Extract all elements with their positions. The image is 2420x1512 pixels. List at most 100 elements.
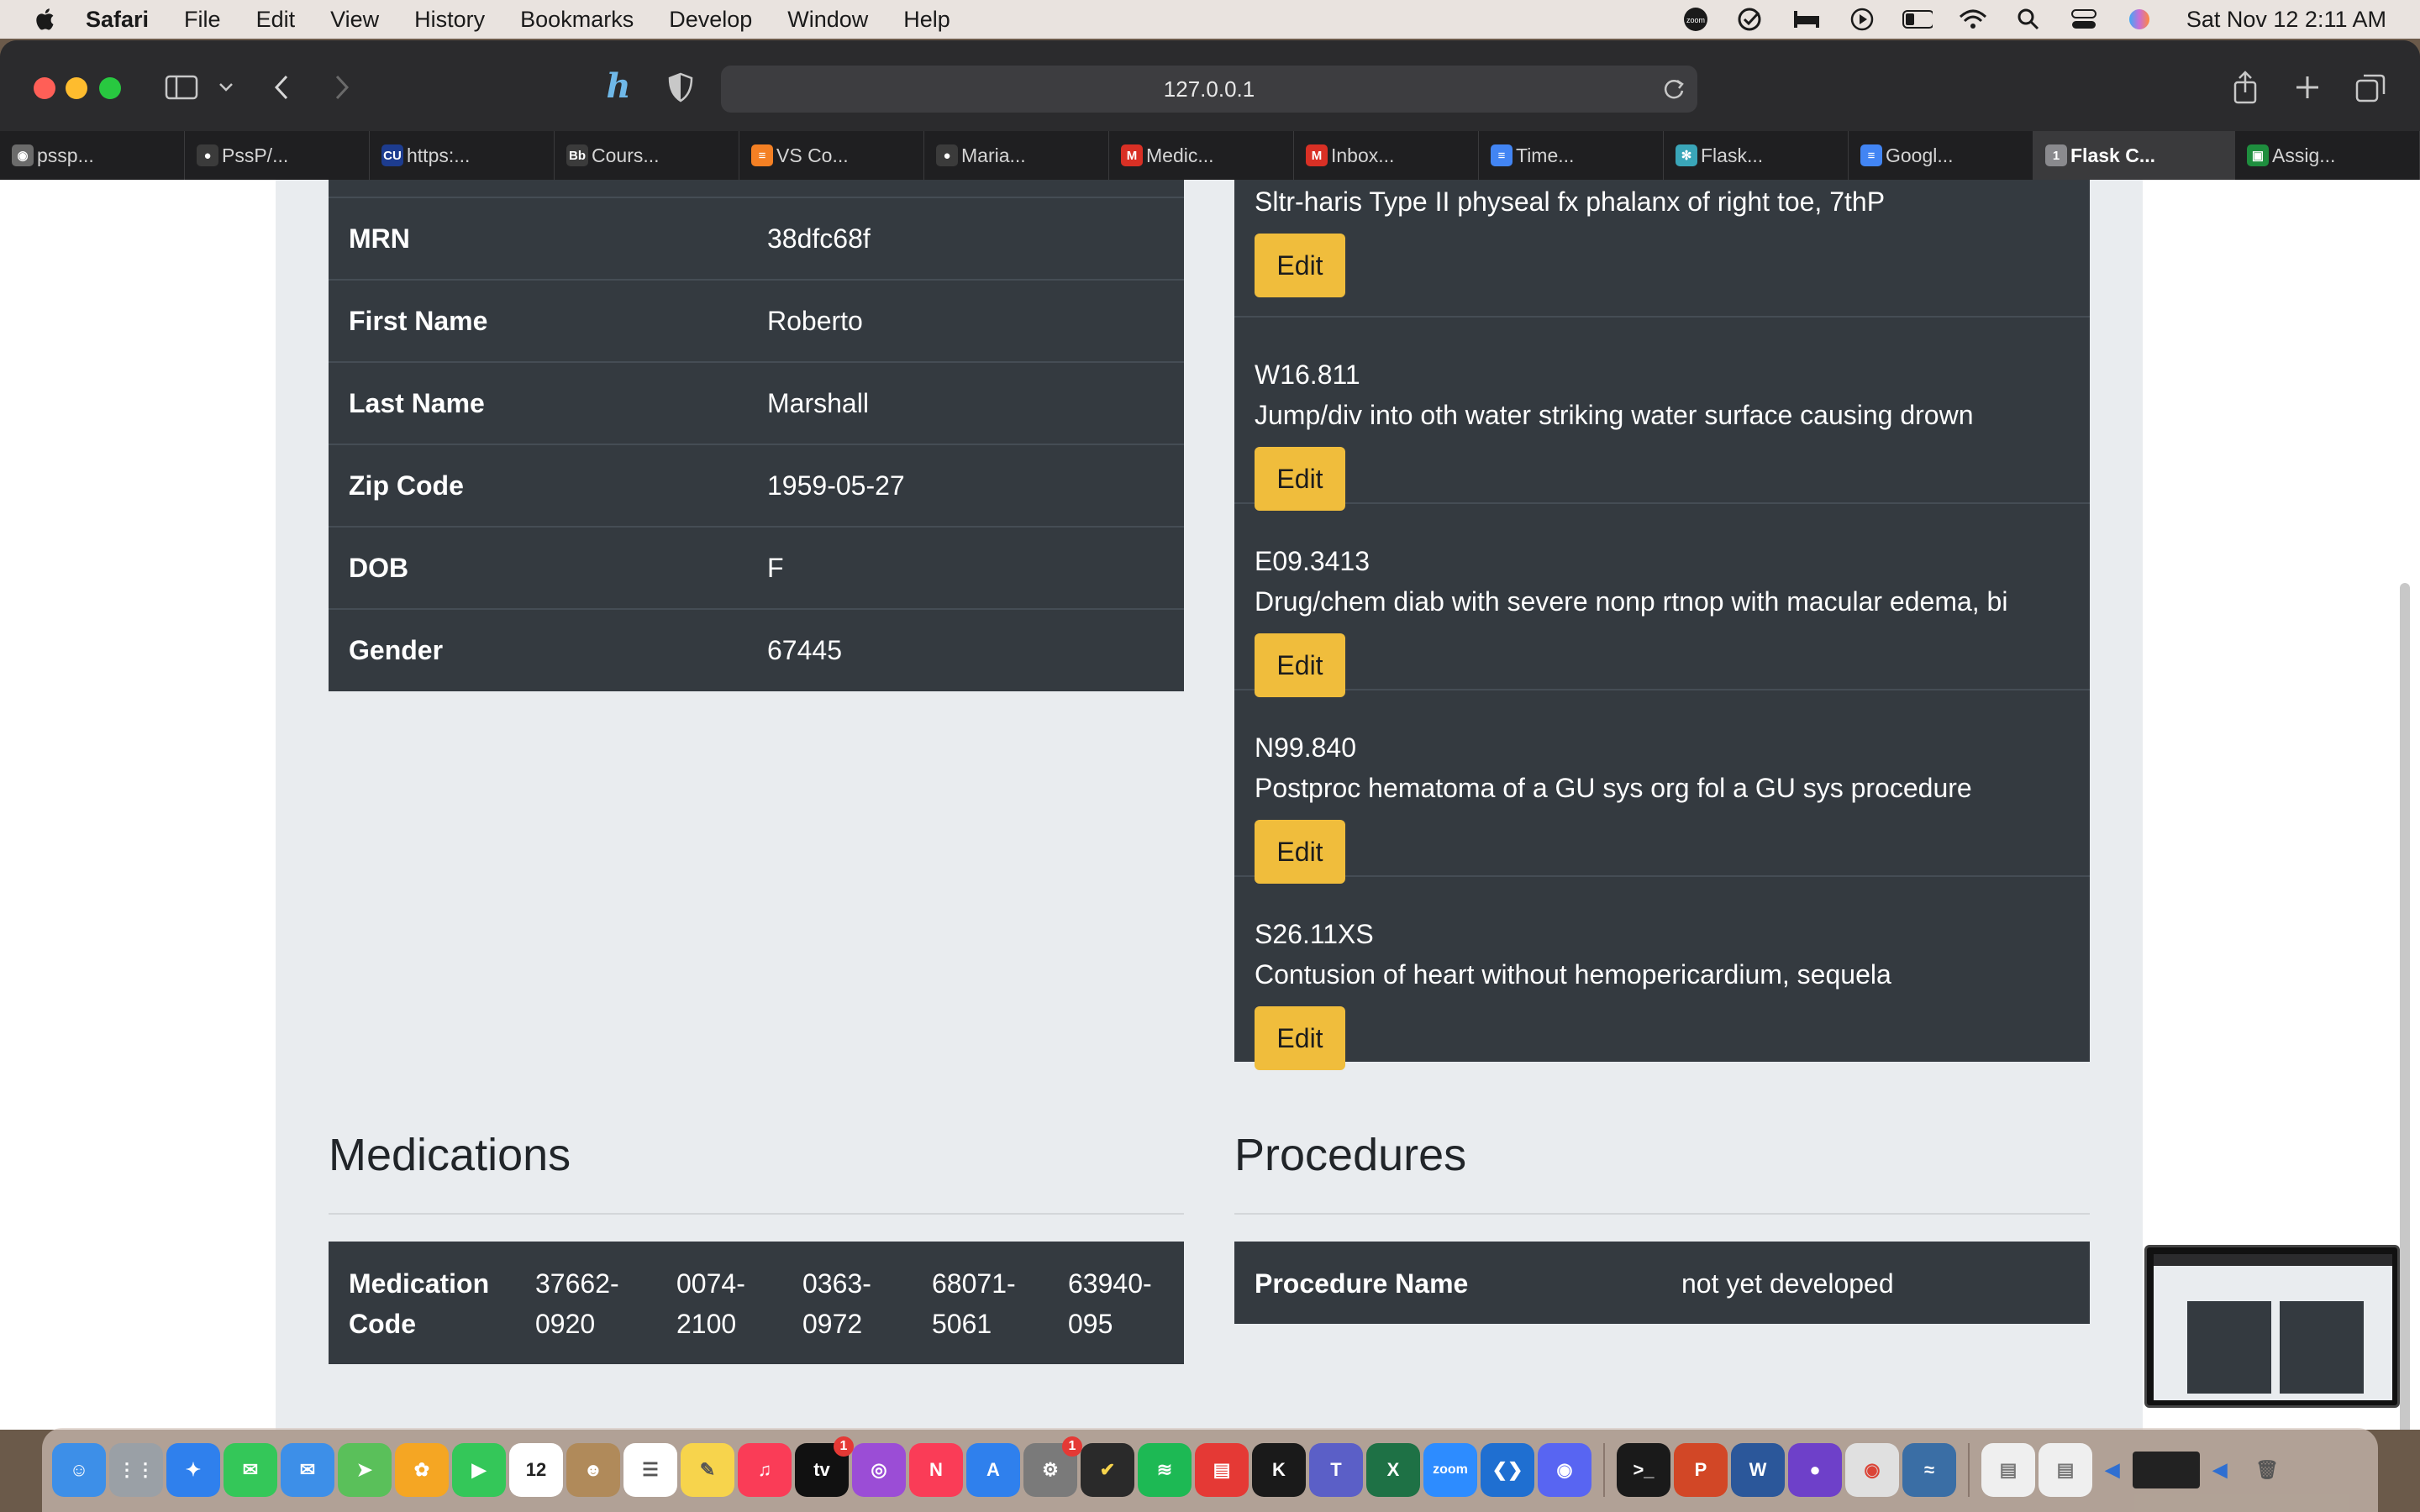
system-preferences-icon[interactable]: ⚙ 1: [1023, 1436, 1082, 1497]
minimized-window-icon[interactable]: [2133, 1452, 2200, 1488]
honey-extension-icon[interactable]: h: [600, 69, 637, 106]
new-tab-icon[interactable]: [2291, 69, 2324, 106]
table-row: [329, 180, 1184, 197]
launchpad-icon[interactable]: ⋮⋮: [109, 1443, 163, 1497]
contacts-icon[interactable]: ☻: [566, 1443, 620, 1497]
menu-edit[interactable]: Edit: [256, 7, 296, 33]
chrome-app-icon[interactable]: ◉: [1845, 1443, 1899, 1497]
tab-gmail-medic[interactable]: M Medic...: [1109, 131, 1294, 180]
flashcards-icon[interactable]: ▤: [1195, 1443, 1249, 1497]
window-minimize-button[interactable]: [66, 77, 87, 99]
spotify-icon[interactable]: ≋: [1138, 1443, 1192, 1497]
apple-icon[interactable]: [34, 7, 59, 32]
bed-icon[interactable]: [1791, 7, 1822, 32]
apple-tv-icon[interactable]: tv 1: [795, 1436, 854, 1497]
reload-icon[interactable]: [1660, 76, 1687, 108]
reminders-icon[interactable]: ☰: [623, 1443, 677, 1497]
trash-icon[interactable]: 🗑: [2240, 1443, 2294, 1497]
edit-button[interactable]: Edit: [1255, 447, 1345, 511]
forward-button[interactable]: [329, 69, 355, 106]
kindle-icon[interactable]: K: [1252, 1443, 1306, 1497]
excel-glyph: X: [1386, 1459, 1400, 1480]
news-icon[interactable]: N: [909, 1443, 963, 1497]
notes-icon[interactable]: ✎: [681, 1443, 734, 1497]
checklist-icon[interactable]: [1736, 7, 1766, 32]
menu-history[interactable]: History: [414, 7, 485, 33]
mysql-workbench-icon[interactable]: ≈: [1902, 1443, 1956, 1497]
sidebar-toggle-icon[interactable]: [163, 69, 200, 106]
screenshot-thumbnail[interactable]: [2144, 1245, 2400, 1408]
menu-file[interactable]: File: [184, 7, 221, 33]
finder-icon[interactable]: ☺: [52, 1443, 106, 1497]
music-icon[interactable]: ♫: [738, 1443, 792, 1497]
search-icon[interactable]: [2013, 7, 2044, 32]
tab-flask[interactable]: ✻ Flask...: [1664, 131, 1849, 180]
tab-pssp-github[interactable]: ● PssP/...: [185, 131, 370, 180]
menu-app-name[interactable]: Safari: [86, 7, 149, 33]
tab-docs-time[interactable]: ≡ Time...: [1479, 131, 1664, 180]
teams-icon[interactable]: T: [1309, 1443, 1363, 1497]
tab-cuny[interactable]: CU https:...: [370, 131, 555, 180]
edit-button[interactable]: Edit: [1255, 633, 1345, 697]
vscode-window-icon[interactable]: ◀: [2203, 1443, 2237, 1497]
vscode-window-icon[interactable]: ◀: [2096, 1443, 2129, 1497]
page-viewport[interactable]: MRN 38dfc68f First Name Roberto Last Name M…: [0, 180, 2420, 1430]
tab-maria-github[interactable]: ● Maria...: [924, 131, 1109, 180]
menu-help[interactable]: Help: [903, 7, 950, 33]
document-stack-icon[interactable]: ▤: [1981, 1443, 2035, 1497]
edit-button[interactable]: Edit: [1255, 820, 1345, 884]
address-bar[interactable]: 127.0.0.1: [721, 66, 1697, 113]
document-stack-icon[interactable]: ▤: [2039, 1443, 2092, 1497]
facetime-icon[interactable]: ▶: [452, 1443, 506, 1497]
podcasts-icon[interactable]: ◎: [852, 1443, 906, 1497]
tab-flask-active[interactable]: 1 Flask C...: [2033, 131, 2235, 180]
terminal-icon[interactable]: >_: [1617, 1443, 1670, 1497]
tab-stackoverflow[interactable]: ≡ VS Co...: [739, 131, 924, 180]
menu-window[interactable]: Window: [787, 7, 868, 33]
back-button[interactable]: [269, 69, 294, 106]
app-store-icon[interactable]: A: [966, 1443, 1020, 1497]
tab-label: Time...: [1516, 144, 1575, 166]
safari-icon[interactable]: ✦: [166, 1443, 220, 1497]
edit-button[interactable]: Edit: [1255, 1006, 1345, 1070]
maps-glyph: ➤: [356, 1459, 373, 1480]
menu-bookmarks[interactable]: Bookmarks: [520, 7, 634, 33]
page-scrollbar[interactable]: [2400, 583, 2410, 1430]
photos-icon[interactable]: ✿: [395, 1443, 449, 1497]
demo-value-mrn: 38dfc68f: [747, 197, 1184, 280]
mail-icon[interactable]: ✉: [281, 1443, 334, 1497]
facetime-glyph: ▶: [471, 1459, 487, 1480]
tab-gmail-inbox[interactable]: M Inbox...: [1294, 131, 1479, 180]
vscode-icon[interactable]: ❮❯: [1481, 1443, 1534, 1497]
control-center-icon[interactable]: [2069, 7, 2099, 32]
tab-overview-icon[interactable]: [2353, 69, 2390, 106]
messages-icon[interactable]: ✉: [224, 1443, 277, 1497]
menu-view[interactable]: View: [330, 7, 379, 33]
play-icon[interactable]: [1847, 7, 1877, 32]
todo-icon[interactable]: ✔: [1081, 1443, 1134, 1497]
zoom-app-icon[interactable]: zoom: [1423, 1443, 1477, 1497]
siri-icon[interactable]: [2124, 7, 2154, 32]
github-desktop-icon[interactable]: ●: [1788, 1443, 1842, 1497]
zoom-icon[interactable]: zoom: [1681, 7, 1711, 32]
powerpoint-icon[interactable]: P: [1674, 1443, 1728, 1497]
maps-icon[interactable]: ➤: [338, 1443, 392, 1497]
excel-icon[interactable]: X: [1366, 1443, 1420, 1497]
tab-google-docs[interactable]: ≡ Googl...: [1849, 131, 2033, 180]
edit-button[interactable]: Edit: [1255, 234, 1345, 297]
tab-pssp[interactable]: ◉ pssp...: [0, 131, 185, 180]
tab-classroom[interactable]: ▣ Assig...: [2235, 131, 2420, 180]
word-icon[interactable]: W: [1731, 1443, 1785, 1497]
tab-blackboard[interactable]: Bb Cours...: [555, 131, 739, 180]
calendar-icon[interactable]: 12: [509, 1443, 563, 1497]
battery-icon[interactable]: [1902, 7, 1933, 32]
window-close-button[interactable]: [34, 77, 55, 99]
window-maximize-button[interactable]: [99, 77, 121, 99]
privacy-shield-icon[interactable]: [664, 69, 697, 106]
menu-clock[interactable]: Sat Nov 12 2:11 AM: [2186, 7, 2386, 33]
menu-develop[interactable]: Develop: [669, 7, 752, 33]
discord-icon[interactable]: ◉: [1538, 1443, 1591, 1497]
share-icon[interactable]: [2228, 69, 2262, 106]
wifi-icon[interactable]: [1958, 7, 1988, 32]
chevron-down-icon[interactable]: [217, 69, 235, 106]
